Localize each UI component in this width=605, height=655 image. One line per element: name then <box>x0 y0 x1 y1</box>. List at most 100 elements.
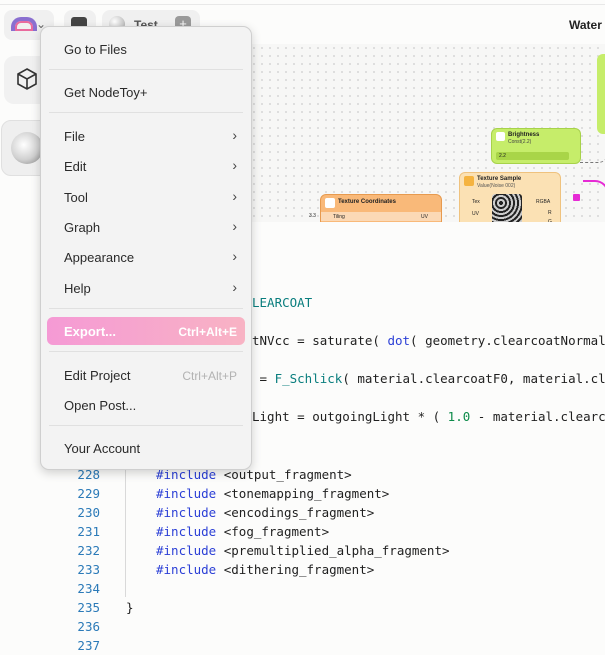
code-token: Light = outgoingLight * ( <box>252 409 448 424</box>
app-menu: Go to Files Get NodeToy+ File › Edit › T… <box>40 26 252 470</box>
output-pin[interactable] <box>573 194 580 201</box>
node-texture-sample[interactable]: Texture Sample Value(Noise 002) Tex UV R… <box>459 172 561 222</box>
menu-item-label: Help <box>64 281 91 296</box>
code-keyword: dot <box>387 333 411 348</box>
menu-item-file[interactable]: File › <box>47 122 245 150</box>
menu-item-label: Get NodeToy+ <box>64 85 148 100</box>
line-number: 233 <box>77 562 100 577</box>
menu-item-get-nodetoy-plus[interactable]: Get NodeToy+ <box>47 78 245 106</box>
page-title: Water <box>569 18 602 32</box>
code-token: = <box>252 371 275 386</box>
code-token: tNVcc = saturate( <box>252 333 388 348</box>
node-value-field[interactable]: 2.2 <box>496 152 569 160</box>
code-token: - material.clearc <box>470 409 605 424</box>
menu-item-open-post[interactable]: Open Post... <box>47 391 245 419</box>
node-title: Texture Coordinates <box>338 199 396 205</box>
node-icon <box>325 198 335 208</box>
menu-item-label: Appearance <box>64 250 135 265</box>
sphere-icon <box>11 132 43 164</box>
noise-preview <box>492 194 522 222</box>
menu-divider <box>49 69 243 70</box>
menu-item-edit-project[interactable]: Edit Project Ctrl+Alt+P <box>47 361 245 389</box>
tiling-value: 3.3 <box>309 213 316 219</box>
line-number: 231 <box>77 524 100 539</box>
code-keyword: #include <box>156 543 217 558</box>
line-number: 236 <box>77 619 100 634</box>
output-g-label: G <box>548 219 552 222</box>
code-token: ( geometry.clearcoatNormal <box>410 333 605 348</box>
keyboard-shortcut: Ctrl+Alt+P <box>182 369 237 383</box>
line-number: 234 <box>77 581 100 596</box>
divider <box>0 4 605 5</box>
node-title: Texture Sample <box>477 176 522 182</box>
code-line: = F_Schlick( material.clearcoatF0, mater… <box>0 350 605 386</box>
node-title: Brightness <box>508 132 540 138</box>
menu-item-label: Go to Files <box>64 42 127 57</box>
node-brightness[interactable]: Brightness Const(2.2) 2.2 <box>491 128 581 164</box>
code-number: 1.0 <box>447 409 471 424</box>
menu-item-your-account[interactable]: Your Account <box>47 434 245 462</box>
input-tiling-label: Tiling <box>333 214 345 220</box>
line-number: 230 <box>77 505 100 520</box>
code-token: <fog_fragment> <box>216 524 330 539</box>
indent-guide <box>125 465 126 597</box>
node-texture-coordinates[interactable]: Texture Coordinates Tiling UV <box>320 194 442 222</box>
code-token: } <box>126 600 134 615</box>
menu-item-label: Your Account <box>64 441 141 456</box>
code-text: Light = outgoingLight * ( 1.0 - material… <box>252 407 605 426</box>
menu-divider <box>49 425 243 426</box>
code-text: #include <premultiplied_alpha_fragment> <box>156 541 450 560</box>
code-text: #include <tonemapping_fragment> <box>156 484 389 503</box>
chevron-right-icon: › <box>232 188 237 204</box>
node-partial[interactable] <box>597 54 605 134</box>
code-token: <encodings_fragment> <box>216 505 375 520</box>
code-keyword: #include <box>156 486 217 501</box>
node-subtitle: Value(Noise 002) <box>477 183 516 189</box>
menu-item-appearance[interactable]: Appearance › <box>47 243 245 271</box>
code-text: tNVcc = saturate( dot( geometry.clearcoa… <box>252 331 605 350</box>
code-text: #include <fog_fragment> <box>156 522 329 541</box>
input-tex-label: Tex <box>472 199 480 205</box>
code-text: } <box>126 598 134 617</box>
menu-item-label: Edit Project <box>64 368 131 383</box>
menu-divider <box>49 351 243 352</box>
code-text: #include <dithering_fragment> <box>156 560 374 579</box>
chevron-right-icon: › <box>232 157 237 173</box>
menu-item-export[interactable]: Export... Ctrl+Alt+E <box>47 317 245 345</box>
code-text: #include <encodings_fragment> <box>156 503 374 522</box>
node-subtitle: Const(2.2) <box>508 139 532 145</box>
node-graph-canvas[interactable]: Brightness Const(2.2) 2.2 Texture Sample… <box>250 44 605 222</box>
menu-item-go-to-files[interactable]: Go to Files <box>47 35 245 63</box>
code-token: <dithering_fragment> <box>216 562 375 577</box>
menu-item-help[interactable]: Help › <box>47 274 245 302</box>
menu-divider <box>49 112 243 113</box>
line-number: 235 <box>77 600 100 615</box>
code-keyword: #include <box>156 524 217 539</box>
code-line: Light = outgoingLight * ( 1.0 - material… <box>0 388 605 424</box>
menu-item-label: Open Post... <box>64 398 137 413</box>
code-keyword: #include <box>156 505 217 520</box>
line-number: 232 <box>77 543 100 558</box>
chevron-right-icon: › <box>232 279 237 295</box>
menu-item-label: Export... <box>64 324 117 339</box>
menu-item-label: File <box>64 129 85 144</box>
code-token: <tonemapping_fragment> <box>216 486 390 501</box>
code-text: = F_Schlick( material.clearcoatF0, mater… <box>252 369 605 388</box>
output-uv-label: UV <box>421 214 428 220</box>
code-function: F_Schlick <box>274 371 343 386</box>
line-number: 229 <box>77 486 100 501</box>
code-text: LEARCOAT <box>252 295 313 310</box>
menu-item-graph[interactable]: Graph › <box>47 213 245 241</box>
menu-item-label: Graph <box>64 220 101 235</box>
output-r-label: R <box>548 210 552 216</box>
connection-wire <box>580 150 605 163</box>
output-rgba-label: RGBA <box>536 199 551 205</box>
menu-item-tool[interactable]: Tool › <box>47 183 245 211</box>
menu-item-edit[interactable]: Edit › <box>47 152 245 180</box>
keyboard-shortcut: Ctrl+Alt+E <box>178 325 237 339</box>
texture-icon <box>464 176 474 186</box>
menu-item-label: Tool <box>64 190 88 205</box>
rainbow-logo-icon <box>11 17 37 31</box>
code-token: ( material.clearcoatF0, material.cl <box>342 371 605 386</box>
code-line: tNVcc = saturate( dot( geometry.clearcoa… <box>0 312 605 348</box>
